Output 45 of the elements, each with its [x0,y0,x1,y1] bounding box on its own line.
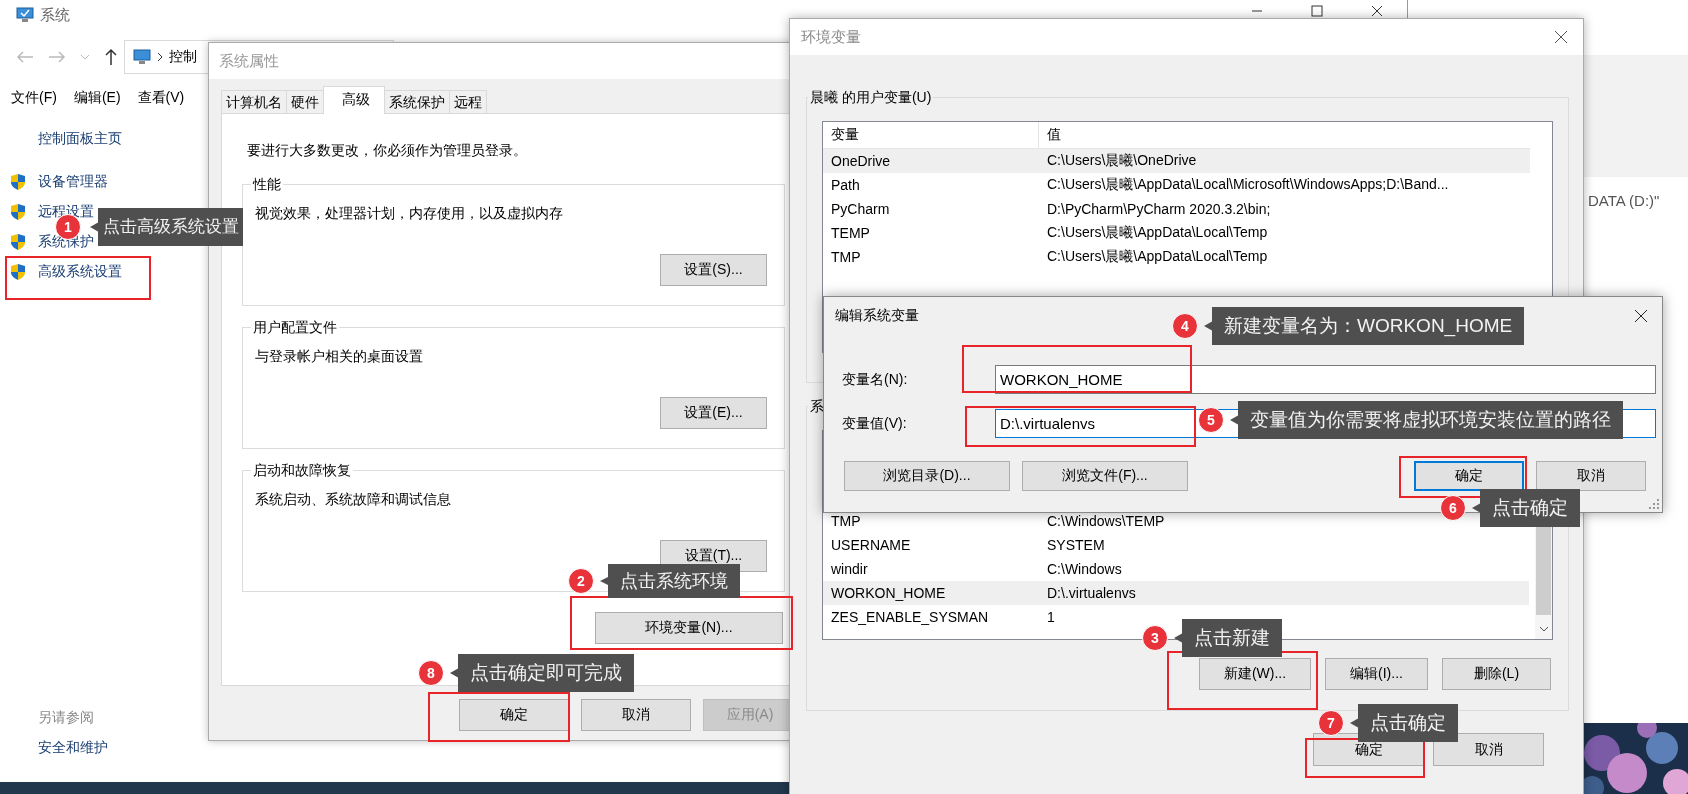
table-cell-text: windir [830,560,869,579]
table-cell-text: TEMP [830,224,871,243]
group-title: 用户配置文件 [252,318,338,337]
see-also-heading: 另请参阅 [38,709,94,727]
table-cell-text: C:\Users\晨曦\AppData\Local\Temp [1046,248,1268,266]
group-title: 性能 [251,175,282,194]
table-cell-text: TMP [830,248,862,267]
table-cell-text: ZES_ENABLE_SYSMAN [830,608,990,627]
group-description: 系统启动、系统故障和调试信息 [254,490,451,509]
table-cell-text: WORKON_HOME [830,584,947,603]
step-tooltip: 点击确定 [1350,704,1458,742]
step-tooltip: 点击系统环境 [600,564,740,598]
table-cell-text: C:\Users\晨曦\OneDrive [1046,152,1197,170]
group-title: 启动和故障恢复 [252,461,352,480]
group-title: 系 [809,397,825,416]
dialog-title: 环境变量 [801,27,861,47]
address-text: 控制 [169,48,197,66]
table-cell-text: D:\PyCharm\PyCharm 2020.3.2\bin; [1046,201,1271,217]
table-cell-text: C:\Users\晨曦\AppData\Local\Temp [1046,224,1268,242]
window-title: 系统 [40,5,70,25]
table-cell-text: C:\Users\晨曦\AppData\Local\Microsoft\WindowsApps;D:\Band... [1046,176,1449,194]
step-tooltip: 新建变量名为：WORKON_HOME [1204,307,1525,345]
dialog-title: 系统属性 [219,51,279,71]
table-cell-text: PyCharm [830,200,891,219]
table-cell-text: SYSTEM [1046,537,1105,553]
table-cell-text: USERNAME [830,536,912,555]
field-label: 变量名(N): [842,370,909,389]
admin-note: 要进行大多数更改，你必须作为管理员登录。 [246,141,527,160]
step-tooltip: 点击确定即可完成 [450,654,634,692]
group-description: 视觉效果，处理器计划，内存使用，以及虚拟内存 [254,204,563,223]
table-cell-text: 1 [1046,609,1055,625]
step-tooltip: 变量值为你需要将虚拟环境安装位置的路径 [1230,401,1623,439]
table-cell-text: OneDrive [830,152,892,171]
group-description: 与登录帐户相关的桌面设置 [254,347,423,366]
field-label: 变量值(V): [842,414,908,433]
table-cell-text: D:\.virtualenvs [1046,585,1136,601]
table-cell-text: C:\Windows [1046,561,1122,577]
table-cell-text: Path [830,176,861,195]
dialog-title: 编辑系统变量 [835,307,919,325]
drive-label: DATA (D:)" [1588,192,1660,209]
table-cell-text: C:\Windows\TEMP [1046,513,1165,529]
step-tooltip: 点击确定 [1472,489,1580,527]
step-tooltip: 点击新建 [1174,619,1282,657]
table-cell-text: TMP [830,512,862,531]
group-title: 晨曦 的用户变量(U) [809,88,933,107]
